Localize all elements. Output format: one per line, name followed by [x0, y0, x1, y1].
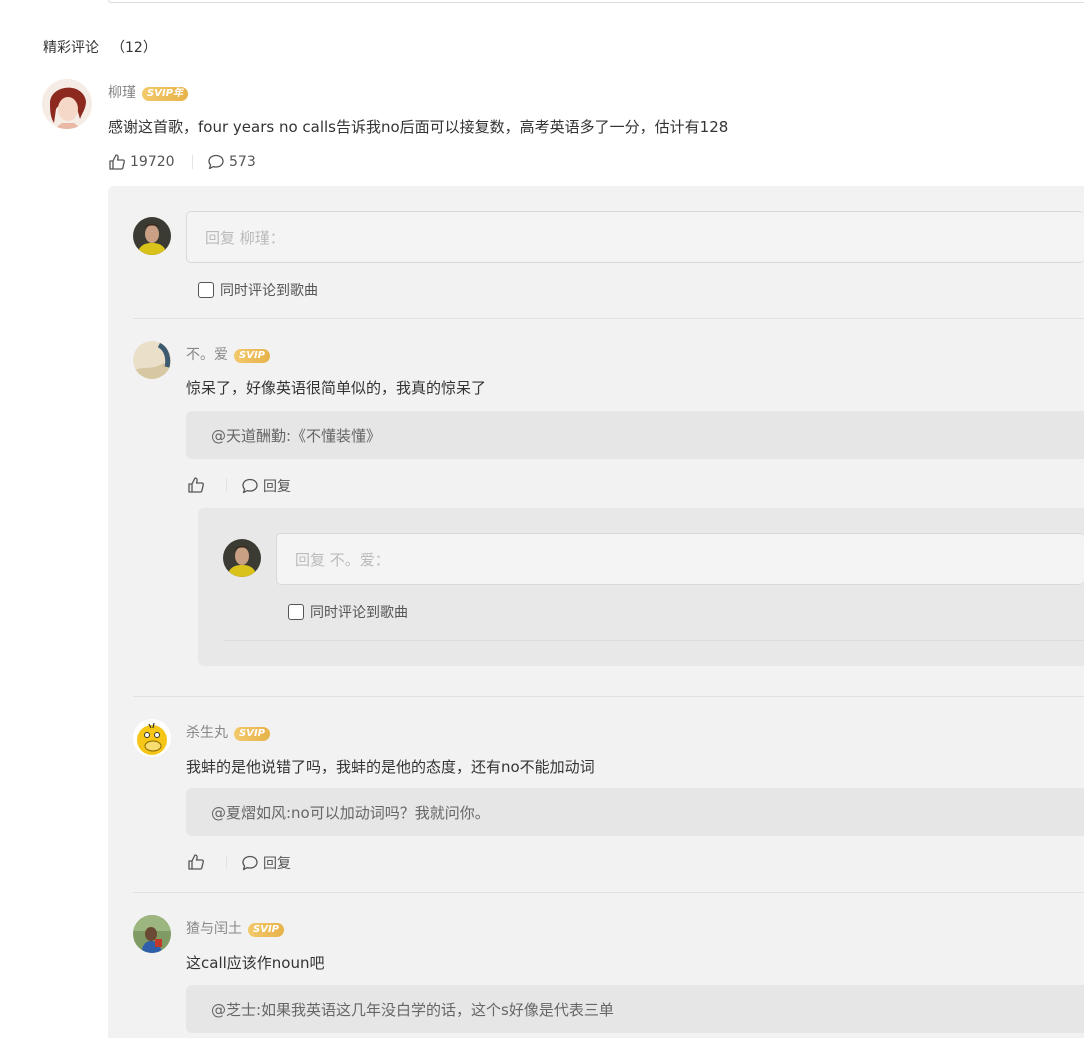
action-divider	[226, 478, 227, 492]
reply-author-name[interactable]: 猹与闰土	[186, 921, 242, 937]
sync-to-song-option[interactable]: 同时评论到歌曲	[198, 280, 318, 300]
section-title: 精彩评论 （12）	[43, 37, 157, 57]
divider	[133, 318, 1084, 319]
svip-badge: SVIP	[234, 349, 270, 363]
thumbs-up-icon	[109, 154, 125, 170]
reply-avatar[interactable]	[133, 341, 171, 379]
comment-icon	[242, 478, 258, 494]
like-button[interactable]	[187, 476, 205, 494]
action-divider	[192, 155, 193, 169]
reply-input[interactable]: 回复 柳瑾：	[186, 211, 1084, 263]
quoted-comment[interactable]: @天道酬勤:《不懂装懂》	[186, 411, 1084, 459]
reply-count-button[interactable]: 573	[207, 153, 256, 171]
reply-avatar[interactable]	[133, 719, 171, 757]
divider	[133, 892, 1084, 893]
reply-text: 我蚌的是他说错了吗，我蚌的是他的态度，还有no不能加动词	[186, 758, 595, 776]
svip-badge: SVIP	[234, 727, 270, 741]
sync-checkbox[interactable]	[288, 604, 304, 620]
current-user-avatar	[223, 539, 261, 577]
current-user-avatar	[133, 217, 171, 255]
sync-checkbox-label: 同时评论到歌曲	[220, 283, 318, 299]
quoted-comment-text: @天道酬勤:《不懂装懂》	[211, 426, 382, 445]
reply-button[interactable]: 回复	[241, 853, 291, 873]
reply-author[interactable]: 猹与闰土 SVIP	[186, 918, 284, 938]
nested-reply-placeholder: 回复 不。爱：	[295, 550, 390, 569]
section-title-label: 精彩评论	[43, 40, 99, 56]
reply-author[interactable]: 杀生丸 SVIP	[186, 722, 270, 742]
sync-checkbox[interactable]	[198, 282, 214, 298]
sync-checkbox-label: 同时评论到歌曲	[310, 605, 408, 621]
comment-author[interactable]: 柳瑾 SVIP年	[108, 82, 188, 102]
quoted-comment[interactable]: @芝士:如果我英语这几年没白学的话，这个s好像是代表三单	[186, 985, 1084, 1033]
reply-text: 这call应该作noun吧	[186, 954, 325, 972]
like-count: 19720	[130, 154, 175, 170]
reply-author[interactable]: 不。爱 SVIP	[186, 344, 270, 364]
nested-reply-input[interactable]: 回复 不。爱：	[276, 533, 1084, 585]
reply-author-name[interactable]: 杀生丸	[186, 725, 228, 741]
nested-reply-panel	[198, 508, 1084, 666]
reply-count: 573	[229, 154, 256, 170]
like-button[interactable]	[187, 853, 205, 871]
divider	[133, 696, 1084, 697]
avatar[interactable]	[42, 79, 92, 129]
thumbs-up-icon	[188, 854, 204, 870]
reply-input-placeholder: 回复 柳瑾：	[205, 228, 285, 247]
comment-author-name[interactable]: 柳瑾	[108, 85, 136, 101]
quoted-comment-text: @芝士:如果我英语这几年没白学的话，这个s好像是代表三单	[211, 1000, 614, 1019]
comment-icon	[242, 855, 258, 871]
reply-button-label: 回复	[263, 479, 291, 495]
comment-count: （12）	[111, 40, 157, 56]
divider	[223, 640, 1084, 641]
svip-badge: SVIP年	[142, 87, 188, 101]
quoted-comment[interactable]: @夏熠如风:no可以加动词吗？我就问你。	[186, 788, 1084, 836]
reply-button[interactable]: 回复	[241, 476, 291, 496]
reply-button-label: 回复	[263, 856, 291, 872]
comment-icon	[208, 154, 224, 170]
like-button[interactable]: 19720	[108, 153, 175, 171]
previous-input-edge	[108, 0, 1084, 3]
reply-avatar[interactable]	[133, 915, 171, 953]
comment-text: 感谢这首歌，four years no calls告诉我no后面可以接复数，高考…	[108, 118, 729, 136]
quoted-comment-text: @夏熠如风:no可以加动词吗？我就问你。	[211, 803, 490, 822]
nested-sync-to-song-option[interactable]: 同时评论到歌曲	[288, 602, 408, 622]
thumbs-up-icon	[188, 477, 204, 493]
reply-author-name[interactable]: 不。爱	[186, 347, 228, 363]
action-divider	[226, 855, 227, 869]
svip-badge: SVIP	[248, 923, 284, 937]
reply-text: 惊呆了，好像英语很简单似的，我真的惊呆了	[186, 379, 487, 397]
